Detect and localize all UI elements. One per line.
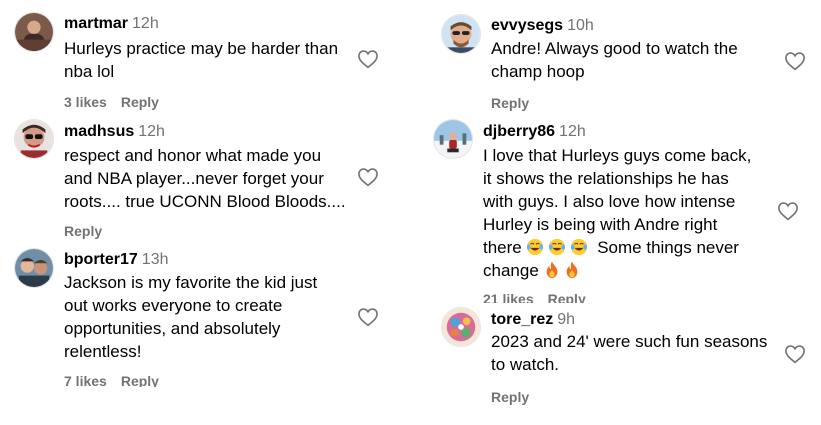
likes-count[interactable]: 7 likes xyxy=(64,373,107,387)
timestamp: 12h xyxy=(132,15,159,32)
username[interactable]: evvysegs xyxy=(491,17,563,34)
reply-button[interactable]: Reply xyxy=(491,389,529,405)
comment-text: I love that Hurleys guys come back, it s… xyxy=(483,146,752,280)
comment-djberry86: djberry86 12h I love that Hurleys guys co… xyxy=(430,115,821,303)
comment-text: Jackson is my favorite the kid just out … xyxy=(64,273,318,361)
likes-count[interactable]: 3 likes xyxy=(64,94,107,110)
avatar-evvysegs[interactable] xyxy=(441,14,481,54)
timestamp: 13h xyxy=(141,251,169,268)
comment-martmar: martmar 12h Hurleys practice may be harde… xyxy=(0,0,410,115)
username[interactable]: martmar xyxy=(64,15,128,32)
comment-text: Andre! Always good to watch the champ ho… xyxy=(491,39,738,81)
fire-emoji xyxy=(544,261,560,279)
tears-of-joy-emoji xyxy=(570,238,588,256)
heart-outline-icon[interactable] xyxy=(357,167,379,187)
comment-tore_rez: tore_rez 9h 2023 and 24' were such fun se… xyxy=(430,300,821,425)
avatar-tore_rez[interactable] xyxy=(441,307,481,347)
heart-outline-icon[interactable] xyxy=(777,201,799,221)
comment-text: Hurleys practice may be harder than nba … xyxy=(64,39,339,81)
comment-bporter17: bporter17 13h Jackson is my favorite the … xyxy=(0,240,410,425)
timestamp: 10h xyxy=(567,17,594,34)
heart-outline-icon[interactable] xyxy=(784,344,806,364)
reply-button[interactable]: Reply xyxy=(64,223,102,239)
reply-button[interactable]: Reply xyxy=(491,95,529,111)
avatar-martmar[interactable] xyxy=(14,12,54,52)
username[interactable]: djberry86 xyxy=(483,123,555,140)
avatar-djberry86[interactable] xyxy=(433,119,473,159)
reply-button[interactable]: Reply xyxy=(121,94,159,110)
tears-of-joy-emoji xyxy=(526,238,544,256)
heart-outline-icon[interactable] xyxy=(357,307,379,327)
avatar-madhsus[interactable] xyxy=(14,119,54,159)
avatar-bporter17[interactable] xyxy=(14,248,54,288)
timestamp: 12h xyxy=(559,123,586,140)
tears-of-joy-emoji xyxy=(548,238,566,256)
heart-outline-icon[interactable] xyxy=(357,49,379,69)
timestamp: 12h xyxy=(138,123,165,140)
username[interactable]: bporter17 xyxy=(64,251,138,268)
username[interactable]: madhsus xyxy=(64,123,134,140)
username[interactable]: tore_rez xyxy=(491,311,553,328)
heart-outline-icon[interactable] xyxy=(784,51,806,71)
reply-button[interactable]: Reply xyxy=(121,373,159,387)
timestamp: 9h xyxy=(557,311,576,328)
fire-emoji xyxy=(564,261,580,279)
comment-text: 2023 and 24' were such fun seasons to wa… xyxy=(491,332,768,374)
comment-text: respect and honor what made you and NBA … xyxy=(64,146,346,211)
comment-madhsus: madhsus 12h respect and honor what made y… xyxy=(0,115,410,240)
comment-evvysegs: evvysegs 10h Andre! Always good to watch … xyxy=(430,0,821,115)
